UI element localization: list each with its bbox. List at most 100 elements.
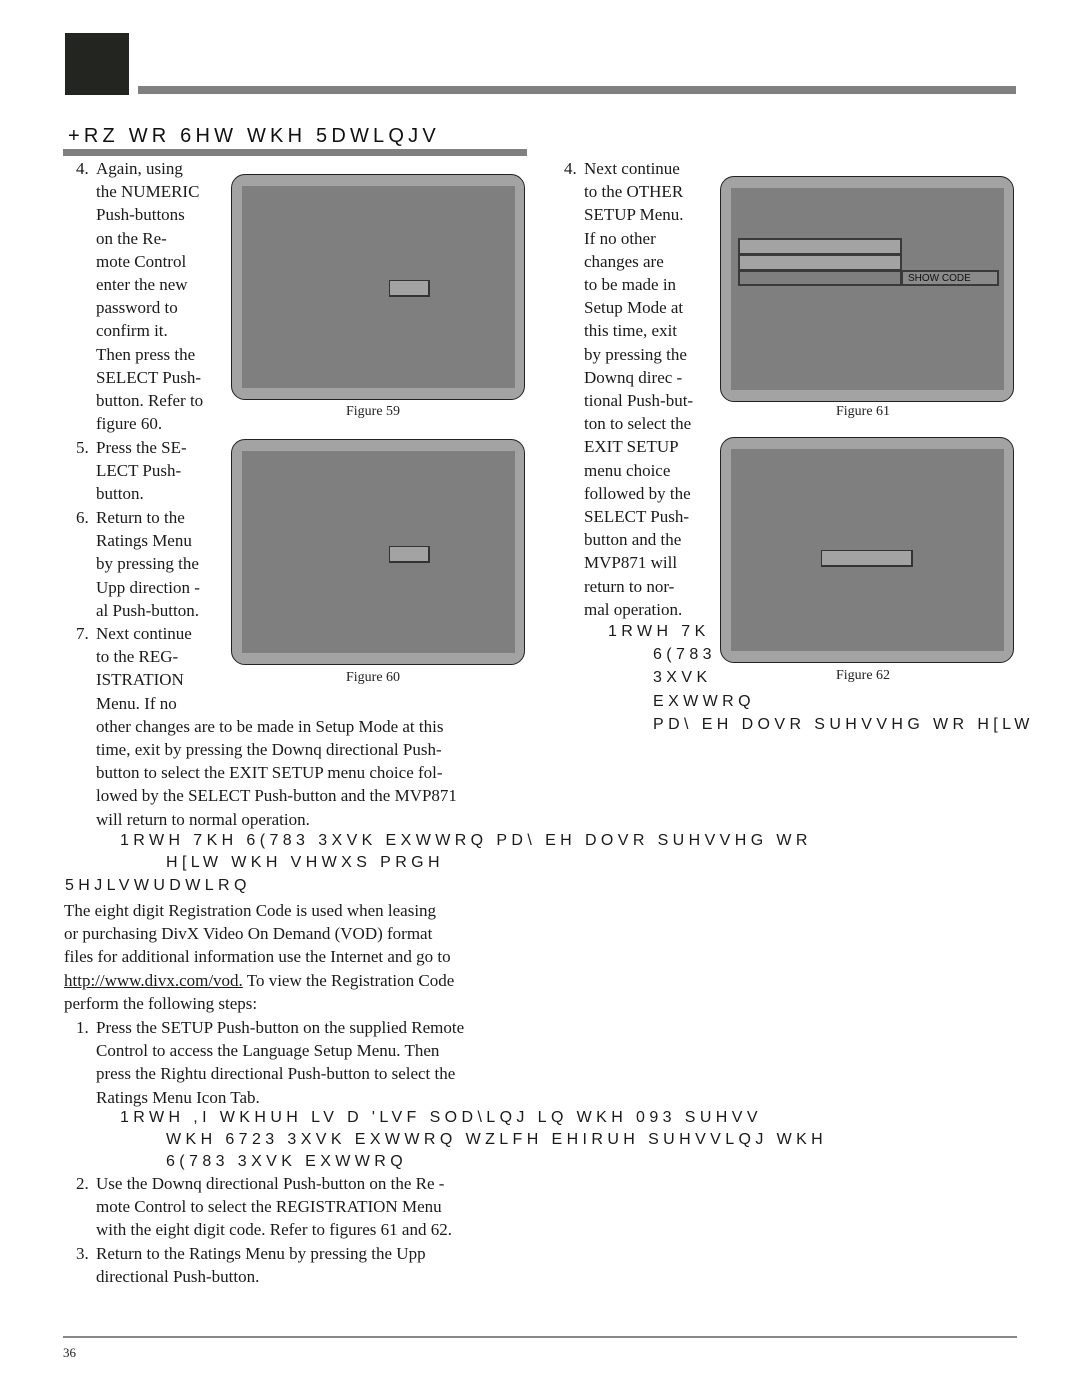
text-line: al Push-button. <box>96 600 199 620</box>
text-line: press the Rightu directional Push-button… <box>96 1064 456 1084</box>
text-line: SELECT Push- <box>96 367 202 387</box>
text-line: mal operation. <box>584 599 683 619</box>
text-line: MVP871 will <box>584 553 678 573</box>
show-code-option: SHOW CODE <box>901 270 999 286</box>
text-line: files for additional information use the… <box>64 947 451 967</box>
text-line: with the eight digit code. Refer to figu… <box>96 1220 452 1240</box>
section-title: +RZ WR 6HW WKH 5DWLQJV <box>68 125 440 147</box>
registration-step-1: 1. Press the SETUP Push-button on the su… <box>76 1016 464 1109</box>
note-line: 6(783 3XVK EXWWRQ <box>166 1153 408 1170</box>
text-line: Then press the <box>96 344 196 364</box>
note-line: H[LW WKH VHWXS PRGH <box>166 854 444 871</box>
text-line: LECT Push- <box>96 461 182 481</box>
section-title-rule <box>63 149 527 156</box>
text-line: Control to access the Language Setup Men… <box>96 1041 440 1061</box>
text-line: by pressing the <box>96 554 199 574</box>
note-line: 1RWH 7KH 6(783 3XVK EXWWRQ PD\ EH DOVR S… <box>120 832 812 849</box>
text-line: perform the following steps: <box>64 993 258 1013</box>
text-line: Downq direc - <box>584 367 683 387</box>
registration-code-box <box>821 550 913 567</box>
divx-vod-link[interactable]: http://www.divx.com/vod. <box>64 971 243 990</box>
tv-screen <box>731 449 1004 651</box>
text-line: on the Re- <box>96 228 167 248</box>
text-line: SELECT Push- <box>584 507 690 527</box>
text-line: Press the SE- <box>96 438 187 457</box>
text-line: Use the Downq directional Push-button on… <box>96 1174 445 1193</box>
text-line: button. <box>96 484 144 504</box>
registration-intro: The eight digit Registration Code is use… <box>64 899 454 1015</box>
text-line: to the OTHER <box>584 182 684 202</box>
text-line: time, exit by pressing the Downq directi… <box>96 740 442 760</box>
text-line: Menu. If no <box>96 693 177 713</box>
text-line: menu choice <box>584 460 671 480</box>
text-line: Return to the <box>96 508 185 527</box>
text-line: confirm it. <box>96 321 168 341</box>
right-step-4: 4. Next continue to the OTHER SETUP Menu… <box>564 157 693 621</box>
text-line: Return to the Ratings Menu by pressing t… <box>96 1244 426 1263</box>
step-number: 4. <box>76 159 89 178</box>
text-line: return to nor- <box>584 576 675 596</box>
footer-rule <box>63 1336 1017 1338</box>
menu-row-registration <box>738 270 902 286</box>
left-step-5: 5. Press the SE- LECT Push- button. <box>76 436 187 506</box>
figure-61-caption: Figure 61 <box>836 404 891 419</box>
text-line: Upp direction - <box>96 577 200 597</box>
text-line: password to <box>96 298 178 318</box>
tv-screen <box>242 186 515 388</box>
text-line: Ratings Menu <box>96 531 192 551</box>
text-line: mote Control to select the REGISTRATION … <box>96 1197 442 1217</box>
registration-heading: 5HJLVWUDWLRQ <box>65 877 251 894</box>
text-line: EXIT SETUP <box>584 437 679 457</box>
figure-59-tv-screen <box>231 174 525 400</box>
left-step-4: 4. Again, using the NUMERIC Push-buttons… <box>76 157 203 435</box>
text-line: ISTRATION <box>96 670 184 690</box>
note-setup-exit: 1RWH 7KH 6(783 3XVK EXWWRQ PD\ EH DOVR S… <box>120 830 812 874</box>
text-line: Press the SETUP Push-button on the suppl… <box>96 1018 465 1037</box>
text-line: http://www.divx.com/vod. To view the Reg… <box>64 969 454 992</box>
text-line: enter the new <box>96 275 188 295</box>
text-line: figure 60. <box>96 414 163 434</box>
text-line: Push-buttons <box>96 205 185 225</box>
text-line: will return to normal operation. <box>96 809 310 829</box>
password-entry-box <box>389 280 430 297</box>
step-number: 4. <box>564 159 577 178</box>
note-disc-playing: 1RWH ,I WKHUH LV D 'LVF SOD\LQJ LQ WKH 0… <box>120 1107 827 1173</box>
text-line: to be made in <box>584 275 677 295</box>
text-line: ton to select the <box>584 414 692 434</box>
password-confirm-box <box>389 546 430 563</box>
figure-59-caption: Figure 59 <box>346 404 401 419</box>
note-line: PD\ EH DOVR SUHVVHG WR H[LW <box>653 715 1034 733</box>
text-line: followed by the <box>584 483 691 503</box>
text-line: Again, using <box>96 159 183 178</box>
text-line: directional Push-button. <box>96 1267 260 1287</box>
text-line: button. Refer to <box>96 391 204 411</box>
text-line: mote Control <box>96 251 187 271</box>
chapter-tab-block <box>65 33 129 95</box>
text-line: Ratings Menu Icon Tab. <box>96 1087 260 1107</box>
text-line: Next continue <box>584 159 680 178</box>
figure-62-tv-screen <box>720 437 1014 663</box>
note-line: WKH 6723 3XVK EXWWRQ WZLFH EHIRUH SUHVVL… <box>166 1131 828 1148</box>
text-line: this time, exit <box>584 321 678 341</box>
text-line: other changes are to be made in Setup Mo… <box>96 716 444 736</box>
text-line: If no other <box>584 228 656 248</box>
registration-step-3: 3. Return to the Ratings Menu by pressin… <box>76 1242 426 1288</box>
step-number: 5. <box>76 438 89 457</box>
text-line: The eight digit Registration Code is use… <box>64 901 437 920</box>
text-line: changes are <box>584 251 664 271</box>
note-line: 1RWH ,I WKHUH LV D 'LVF SOD\LQJ LQ WKH 0… <box>120 1109 762 1126</box>
text-line: Setup Mode at <box>584 298 684 318</box>
text-line: tional Push-but- <box>584 391 694 411</box>
page-number: 36 <box>63 1345 76 1360</box>
text-line: lowed by the SELECT Push-button and the … <box>96 786 457 806</box>
step-number: 3. <box>76 1244 89 1263</box>
figure-60-caption: Figure 60 <box>346 670 401 685</box>
text-fragment: To view the Registration Code <box>242 970 455 990</box>
figure-62-caption: Figure 62 <box>836 668 891 683</box>
left-step-6: 6. Return to the Ratings Menu by pressin… <box>76 506 200 622</box>
menu-row-1 <box>738 238 902 255</box>
tv-screen <box>242 451 515 653</box>
registration-step-2: 2. Use the Downq directional Push-button… <box>76 1172 452 1242</box>
text-line: or purchasing DivX Video On Demand (VOD)… <box>64 924 433 944</box>
text-line: button and the <box>584 530 682 550</box>
